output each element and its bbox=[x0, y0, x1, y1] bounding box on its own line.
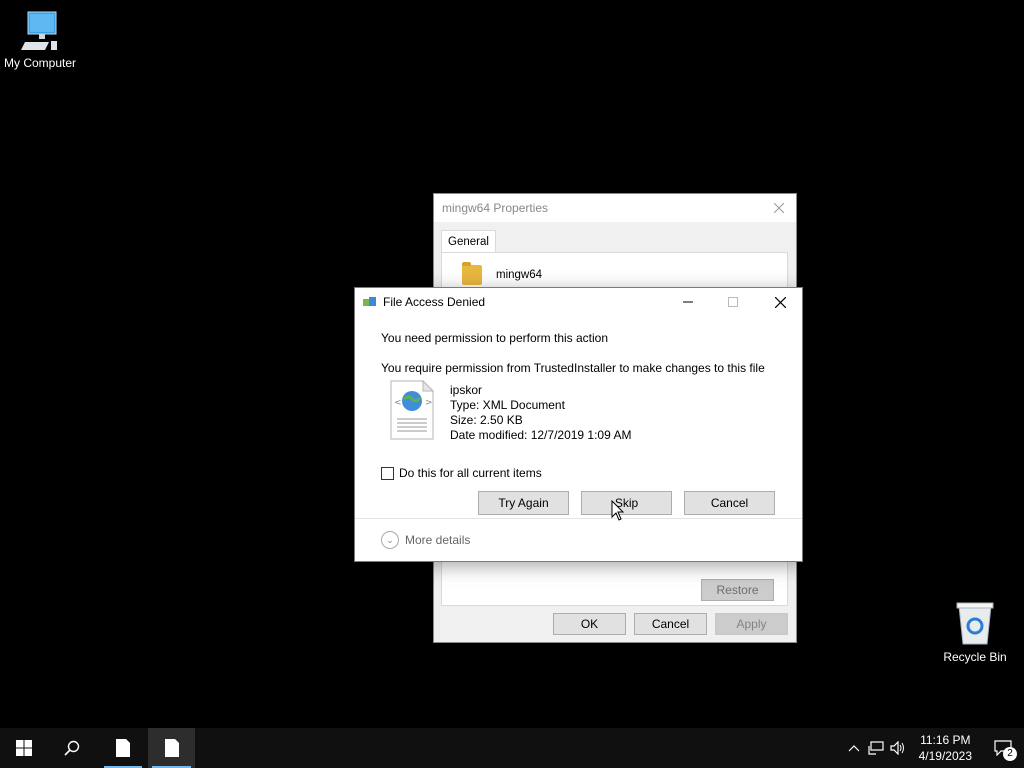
dialog-cancel-button[interactable]: Cancel bbox=[684, 491, 775, 515]
network-icon bbox=[868, 741, 884, 755]
chevron-up-icon bbox=[848, 745, 860, 752]
svg-text:<: < bbox=[394, 398, 402, 408]
file-size: Size: 2.50 KB bbox=[450, 413, 523, 427]
windows-logo-icon bbox=[16, 740, 32, 756]
file-modified: Date modified: 12/7/2019 1:09 AM bbox=[450, 428, 632, 442]
properties-titlebar[interactable]: mingw64 Properties bbox=[434, 194, 796, 222]
start-button[interactable] bbox=[0, 728, 48, 768]
file-type: Type: XML Document bbox=[450, 398, 565, 412]
file-transfer-icon bbox=[363, 296, 377, 308]
close-icon bbox=[774, 296, 786, 308]
folder-row: mingw64 bbox=[462, 262, 543, 285]
document-icon bbox=[116, 739, 130, 757]
clock[interactable]: 11:16 PM 4/19/2023 bbox=[909, 732, 982, 764]
file-info: ipskor Type: XML Document Size: 2.50 KB … bbox=[450, 383, 631, 443]
skip-button[interactable]: Skip bbox=[581, 491, 672, 515]
more-details-label: More details bbox=[405, 533, 471, 547]
desktop-icon-label: Recycle Bin bbox=[943, 650, 1007, 664]
system-tray: 11:16 PM 4/19/2023 2 bbox=[843, 728, 1024, 768]
tab-general[interactable]: General bbox=[441, 230, 496, 253]
clock-date: 4/19/2023 bbox=[918, 749, 972, 763]
volume-button[interactable] bbox=[887, 728, 909, 768]
taskbar-app-file-1[interactable] bbox=[100, 728, 146, 768]
speaker-icon bbox=[890, 741, 904, 755]
svg-text:>: > bbox=[425, 398, 433, 408]
properties-close-button[interactable] bbox=[768, 198, 790, 218]
desktop-icon-recycle-bin[interactable]: Recycle Bin bbox=[940, 600, 1010, 664]
chevron-down-icon: ⌄ bbox=[381, 531, 399, 549]
desktop-icon-my-computer[interactable]: My Computer bbox=[2, 10, 78, 70]
notification-count-badge: 2 bbox=[1003, 747, 1017, 761]
taskbar: 11:16 PM 4/19/2023 2 bbox=[0, 728, 1024, 768]
file-access-denied-dialog: File Access Denied You need permission t… bbox=[354, 287, 803, 562]
folder-icon bbox=[462, 262, 482, 285]
document-icon bbox=[164, 739, 179, 757]
recycle-bin-icon bbox=[956, 602, 994, 645]
computer-icon bbox=[21, 11, 57, 50]
clock-time: 11:16 PM bbox=[920, 733, 971, 747]
maximize-button[interactable] bbox=[711, 288, 755, 316]
file-name: ipskor bbox=[450, 383, 483, 397]
maximize-icon bbox=[728, 297, 738, 307]
show-hidden-icons-button[interactable] bbox=[843, 728, 865, 768]
close-icon bbox=[774, 203, 784, 213]
folder-name: mingw64 bbox=[496, 269, 543, 281]
try-again-button[interactable]: Try Again bbox=[478, 491, 569, 515]
apply-all-checkbox[interactable] bbox=[381, 466, 394, 480]
restore-button[interactable]: Restore bbox=[701, 579, 774, 601]
apply-all-label: Do this for all current items bbox=[399, 466, 542, 480]
network-button[interactable] bbox=[865, 728, 887, 768]
apply-button[interactable]: Apply bbox=[715, 613, 788, 635]
apply-all-checkbox-row[interactable]: Do this for all current items bbox=[381, 466, 542, 480]
dialog-title: File Access Denied bbox=[383, 295, 486, 309]
properties-title: mingw64 Properties bbox=[442, 201, 549, 215]
action-center-button[interactable]: 2 bbox=[982, 728, 1024, 768]
search-button[interactable] bbox=[48, 728, 96, 768]
minimize-button[interactable] bbox=[666, 288, 710, 316]
dialog-close-button[interactable] bbox=[758, 288, 802, 316]
dialog-message: You need permission to perform this acti… bbox=[381, 331, 609, 345]
properties-cancel-button[interactable]: Cancel bbox=[634, 613, 707, 635]
search-icon bbox=[64, 740, 80, 756]
xml-file-icon: < > bbox=[390, 379, 435, 440]
desktop-icon-label: My Computer bbox=[3, 56, 77, 70]
dialog-detail: You require permission from TrustedInsta… bbox=[381, 361, 765, 375]
dialog-separator bbox=[355, 518, 802, 519]
mouse-cursor-icon bbox=[611, 500, 625, 521]
more-details-toggle[interactable]: ⌄ More details bbox=[381, 531, 470, 549]
ok-button[interactable]: OK bbox=[553, 613, 626, 635]
minimize-icon bbox=[683, 301, 693, 303]
taskbar-app-file-2[interactable] bbox=[148, 728, 195, 768]
